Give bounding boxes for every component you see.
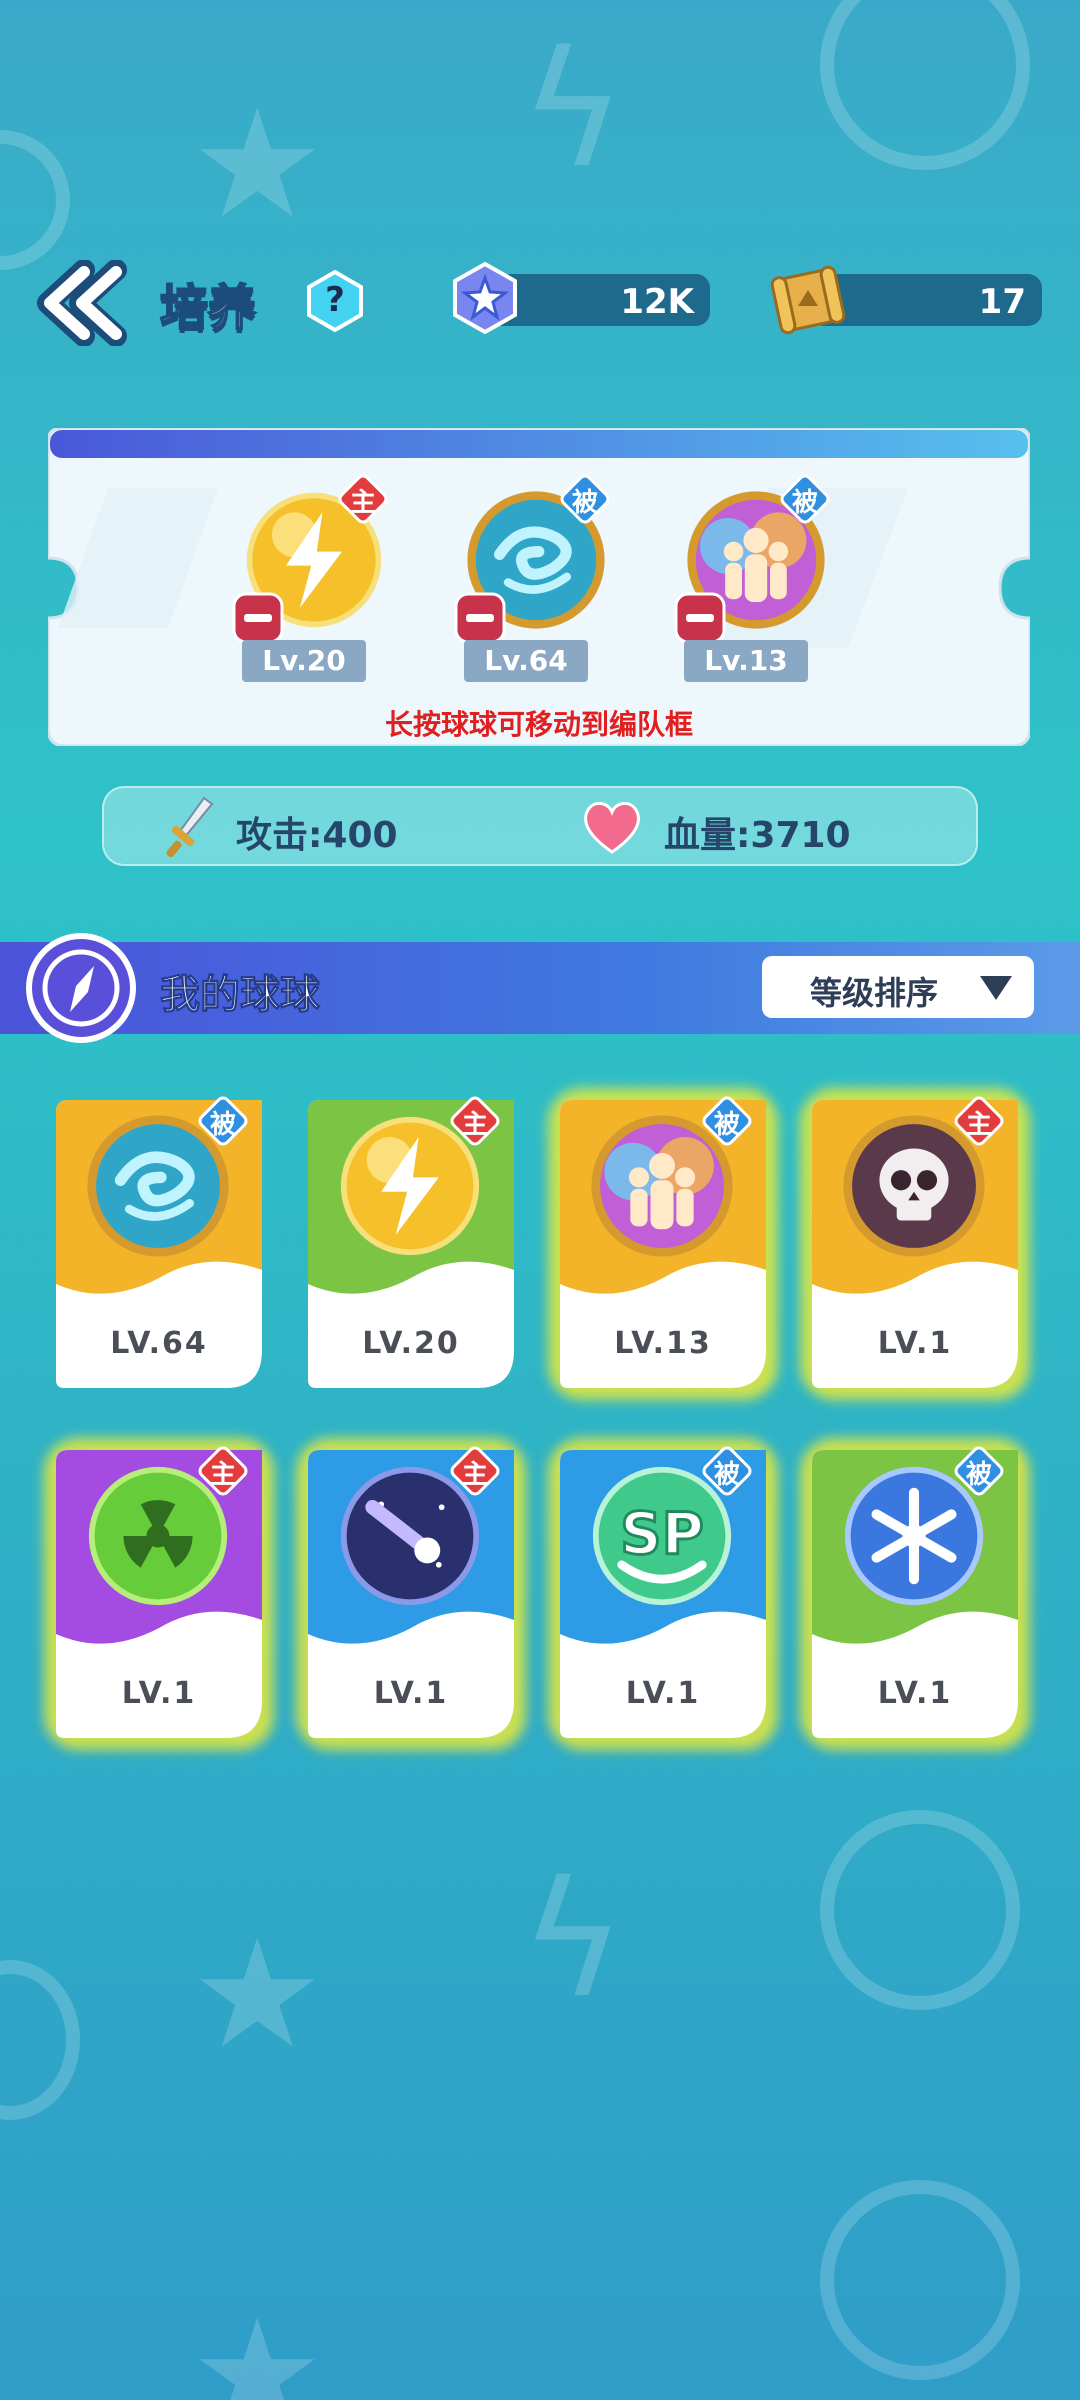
sword-icon xyxy=(166,796,214,858)
slot-level-label: Lv.20 xyxy=(242,640,366,682)
active-tag-badge: 主 xyxy=(196,1444,250,1498)
passive-tag-badge: 被 xyxy=(196,1094,250,1148)
ball-level-label: LV.20 xyxy=(362,1326,460,1361)
ball-level-label: LV.1 xyxy=(373,1676,449,1711)
bg-bolt-decoration: ϟ xyxy=(520,1846,626,2033)
minus-icon xyxy=(454,592,506,644)
help-button[interactable]: ? xyxy=(306,269,364,333)
remove-button[interactable] xyxy=(454,592,506,644)
ball-card[interactable]: 主 LV.20 xyxy=(308,1096,514,1388)
team-slot[interactable]: 被 Lv.64 xyxy=(454,474,614,690)
sort-dropdown[interactable]: 等级排序 xyxy=(762,956,1034,1018)
section-title: 我的球球 xyxy=(160,972,321,1019)
ball-level-label: LV.13 xyxy=(614,1326,712,1361)
team-slot[interactable]: 主 Lv.20 xyxy=(232,474,392,690)
ball-card[interactable]: 被 LV.64 xyxy=(56,1096,262,1388)
formation-hint: 长按球球可移动到编队框 xyxy=(384,708,693,741)
compass-badge-icon xyxy=(26,933,136,1043)
my-balls-header: 我的球球 等级排序 xyxy=(0,933,1080,1043)
top-bar: 培养 ? 12K 17 xyxy=(0,240,1080,360)
ball-level-label: LV.64 xyxy=(110,1326,208,1361)
bg-ring-decoration xyxy=(820,1810,1020,2010)
ball-level-label: LV.1 xyxy=(877,1676,953,1711)
passive-tag-badge: 被 xyxy=(700,1094,754,1148)
ball-card[interactable]: 主 LV.1 xyxy=(800,1088,1030,1400)
bg-ring-decoration xyxy=(0,1960,80,2120)
ball-level-label: LV.1 xyxy=(121,1676,197,1711)
slot-level-label: Lv.13 xyxy=(684,640,808,682)
ball-card[interactable]: 主 LV.1 xyxy=(296,1438,526,1750)
svg-text:SP: SP xyxy=(620,1500,704,1567)
sort-label: 等级排序 xyxy=(810,974,939,1012)
ball-card[interactable]: 被 LV.1 xyxy=(800,1438,1030,1750)
scroll-count: 17 xyxy=(978,282,1026,322)
hp-stat: 血量:3710 xyxy=(664,815,851,856)
team-formation-panel: 主 Lv.20 被 Lv.64 被 Lv.13 长按球球可移动到编队框 xyxy=(48,428,1030,746)
bg-ring-decoration xyxy=(820,0,1030,170)
active-tag-badge: 主 xyxy=(952,1094,1006,1148)
passive-tag-badge: 被 xyxy=(700,1444,754,1498)
remove-button[interactable] xyxy=(674,592,726,644)
bg-star-decoration: ★ xyxy=(190,78,325,252)
triangle-down-icon xyxy=(980,976,1012,1000)
page-title: 培养 xyxy=(159,279,257,337)
stats-bar: 攻击:400 血量:3710 xyxy=(102,786,978,866)
bg-ring-decoration xyxy=(820,2180,1020,2380)
bg-star-decoration: ★ xyxy=(190,1908,325,2082)
slot-level-label: Lv.64 xyxy=(464,640,588,682)
ball-card[interactable]: 被 LV.13 xyxy=(548,1088,778,1400)
passive-tag-badge: 被 xyxy=(778,472,832,526)
team-slot[interactable]: 被 Lv.13 xyxy=(674,474,834,690)
double-chevron-left-icon xyxy=(37,259,127,347)
active-tag-badge: 主 xyxy=(448,1094,502,1148)
minus-icon xyxy=(232,592,284,644)
star-gem-icon xyxy=(452,261,518,335)
minus-icon xyxy=(674,592,726,644)
passive-tag-badge: 被 xyxy=(558,472,612,526)
bg-bolt-decoration: ϟ xyxy=(520,16,626,203)
heart-icon xyxy=(584,802,640,854)
active-tag-badge: 主 xyxy=(448,1444,502,1498)
ball-card[interactable]: 主 LV.1 xyxy=(44,1438,274,1750)
help-symbol: ? xyxy=(325,280,345,320)
attack-stat: 攻击:400 xyxy=(236,815,398,856)
active-tag-badge: 主 xyxy=(336,472,390,526)
scroll-icon xyxy=(770,262,846,338)
back-button[interactable] xyxy=(34,259,128,347)
ball-level-label: LV.1 xyxy=(877,1326,953,1361)
bg-star-decoration: ★ xyxy=(190,2288,325,2400)
passive-tag-badge: 被 xyxy=(952,1444,1006,1498)
remove-button[interactable] xyxy=(232,592,284,644)
ball-level-label: LV.1 xyxy=(625,1676,701,1711)
gem-count: 12K xyxy=(620,282,694,322)
ball-card[interactable]: SP 被 LV.1 xyxy=(548,1438,778,1750)
